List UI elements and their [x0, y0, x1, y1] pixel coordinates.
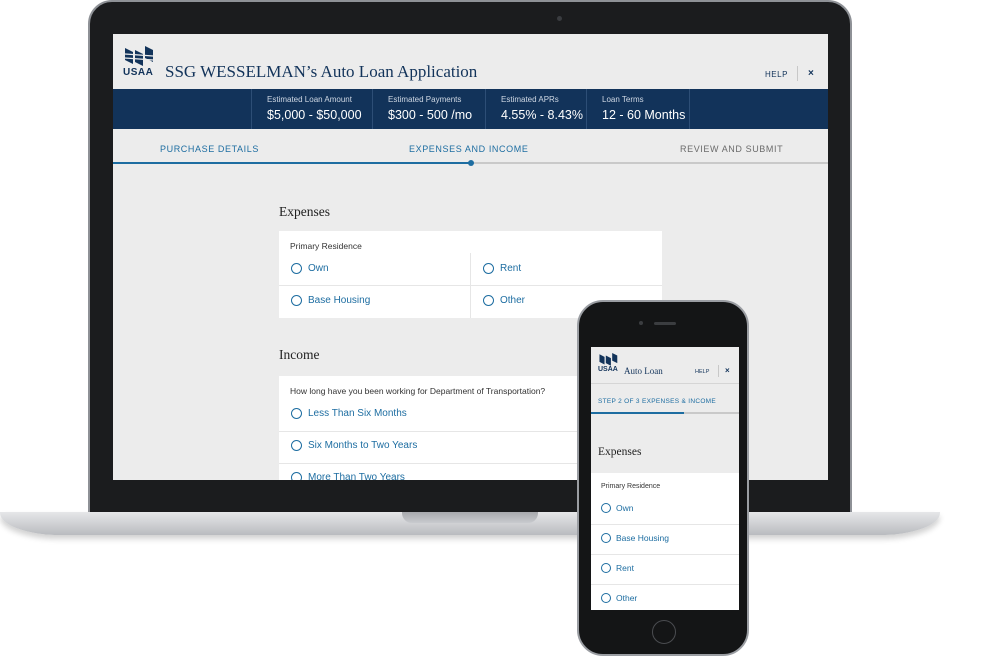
- progress-marker: [468, 160, 474, 166]
- app-header: USAA SSG WESSELMAN’s Auto Loan Applicati…: [113, 34, 828, 89]
- mobile-step-progress: STEP 2 OF 3 EXPENSES & INCOME: [591, 383, 739, 414]
- radio-rent[interactable]: Rent: [483, 263, 521, 274]
- mobile-radio-own[interactable]: Own: [601, 503, 633, 513]
- mobile-primary-residence-card: Primary Residence Own Base Housing Rent …: [591, 473, 739, 610]
- radio-circle-icon[interactable]: [291, 472, 302, 480]
- radio-label: Base Housing: [308, 295, 371, 306]
- step-progress: PURCHASE DETAILS EXPENSES AND INCOME REV…: [113, 129, 828, 166]
- phone-frame: USAA Auto Loan HELP × STEP 2 OF 3 EXPENS…: [577, 300, 749, 656]
- eagle-logo-icon: [599, 353, 618, 366]
- employment-duration-question: How long have you been working for Depar…: [290, 386, 546, 396]
- header-divider: [797, 66, 798, 81]
- radio-own[interactable]: Own: [291, 263, 329, 274]
- radio-circle-icon[interactable]: [601, 533, 611, 543]
- summary-payments: Estimated Payments $300 - 500 /mo: [372, 89, 485, 129]
- row-divider: [591, 584, 739, 585]
- radio-circle-icon[interactable]: [601, 563, 611, 573]
- summary-label: Estimated Payments: [388, 95, 462, 104]
- radio-more-than-two-years[interactable]: More Than Two Years: [291, 472, 405, 480]
- mobile-radio-rent[interactable]: Rent: [601, 563, 634, 573]
- laptop-camera: [557, 16, 562, 21]
- eagle-logo-icon: [124, 46, 154, 66]
- radio-six-months-to-two-years[interactable]: Six Months to Two Years: [291, 440, 417, 451]
- summary-value: 12 - 60 Months: [602, 108, 686, 122]
- summary-label: Loan Terms: [602, 95, 644, 104]
- mobile-radio-other[interactable]: Other: [601, 593, 637, 603]
- logo-wordmark: USAA: [598, 366, 618, 373]
- summary-value: $5,000 - $50,000: [267, 108, 362, 122]
- close-icon[interactable]: ×: [808, 68, 814, 79]
- radio-base-housing[interactable]: Base Housing: [291, 295, 370, 306]
- tab-purchase-details[interactable]: PURCHASE DETAILS: [160, 144, 259, 154]
- radio-label: More Than Two Years: [308, 472, 405, 480]
- radio-less-than-six-months[interactable]: Less Than Six Months: [291, 408, 407, 419]
- radio-circle-icon[interactable]: [601, 593, 611, 603]
- mobile-step-label: STEP 2 OF 3 EXPENSES & INCOME: [598, 398, 717, 405]
- summary-label: Estimated APRs: [501, 95, 559, 104]
- mobile-help-link[interactable]: HELP: [695, 369, 709, 375]
- phone-screen: USAA Auto Loan HELP × STEP 2 OF 3 EXPENS…: [591, 347, 739, 610]
- radio-label: Other: [500, 295, 526, 306]
- radio-label: Rent: [616, 563, 634, 573]
- tab-expenses-and-income[interactable]: EXPENSES AND INCOME: [409, 144, 528, 154]
- summary-loan-amount: Estimated Loan Amount $5,000 - $50,000: [251, 89, 372, 129]
- radio-label: Own: [308, 263, 329, 274]
- radio-label: Less Than Six Months: [308, 408, 407, 419]
- radio-circle-icon[interactable]: [291, 440, 302, 451]
- expenses-heading: Expenses: [279, 204, 330, 219]
- radio-label: Other: [616, 593, 638, 603]
- mobile-radio-base-housing[interactable]: Base Housing: [601, 533, 669, 543]
- header-divider: [718, 365, 719, 377]
- summary-value: 4.55% - 8.43%: [501, 108, 583, 122]
- summary-value: $300 - 500 /mo: [388, 108, 473, 122]
- usaa-logo: USAA: [123, 46, 157, 78]
- summary-loan-terms: Loan Terms 12 - 60 Months: [586, 89, 690, 129]
- radio-label: Base Housing: [616, 533, 669, 543]
- mobile-primary-residence-question: Primary Residence: [601, 483, 661, 490]
- mobile-header: USAA Auto Loan HELP ×: [591, 347, 739, 383]
- close-icon[interactable]: ×: [725, 366, 730, 375]
- radio-circle-icon[interactable]: [291, 263, 302, 274]
- tab-review-and-submit[interactable]: REVIEW AND SUBMIT: [680, 144, 783, 154]
- radio-other[interactable]: Other: [483, 295, 525, 306]
- progress-fill: [113, 162, 472, 164]
- summary-label: Estimated Loan Amount: [267, 95, 352, 104]
- loan-summary-bar: Estimated Loan Amount $5,000 - $50,000 E…: [113, 89, 828, 129]
- radio-label: Rent: [500, 263, 522, 274]
- summary-aprs: Estimated APRs 4.55% - 8.43%: [485, 89, 586, 129]
- radio-circle-icon[interactable]: [483, 263, 494, 274]
- column-divider: [470, 253, 471, 318]
- progress-fill: [591, 412, 684, 414]
- laptop-notch: [402, 512, 538, 523]
- page-title: SSG WESSELMAN’s Auto Loan Application: [165, 62, 478, 81]
- row-divider: [591, 524, 739, 525]
- home-button-icon: [652, 620, 676, 644]
- phone-speaker: [654, 322, 676, 325]
- radio-label: Own: [616, 503, 634, 513]
- mobile-page-title: Auto Loan: [624, 366, 663, 376]
- row-divider: [591, 554, 739, 555]
- radio-circle-icon[interactable]: [291, 295, 302, 306]
- primary-residence-question: Primary Residence: [290, 241, 362, 251]
- mobile-usaa-logo: USAA: [598, 353, 620, 373]
- logo-wordmark: USAA: [123, 67, 154, 78]
- radio-label: Six Months to Two Years: [308, 440, 418, 451]
- radio-circle-icon[interactable]: [483, 295, 494, 306]
- radio-circle-icon[interactable]: [291, 408, 302, 419]
- mobile-expenses-heading: Expenses: [598, 446, 642, 458]
- radio-circle-icon[interactable]: [601, 503, 611, 513]
- help-link[interactable]: HELP: [765, 70, 788, 79]
- income-heading: Income: [279, 347, 320, 362]
- phone-camera: [639, 321, 643, 325]
